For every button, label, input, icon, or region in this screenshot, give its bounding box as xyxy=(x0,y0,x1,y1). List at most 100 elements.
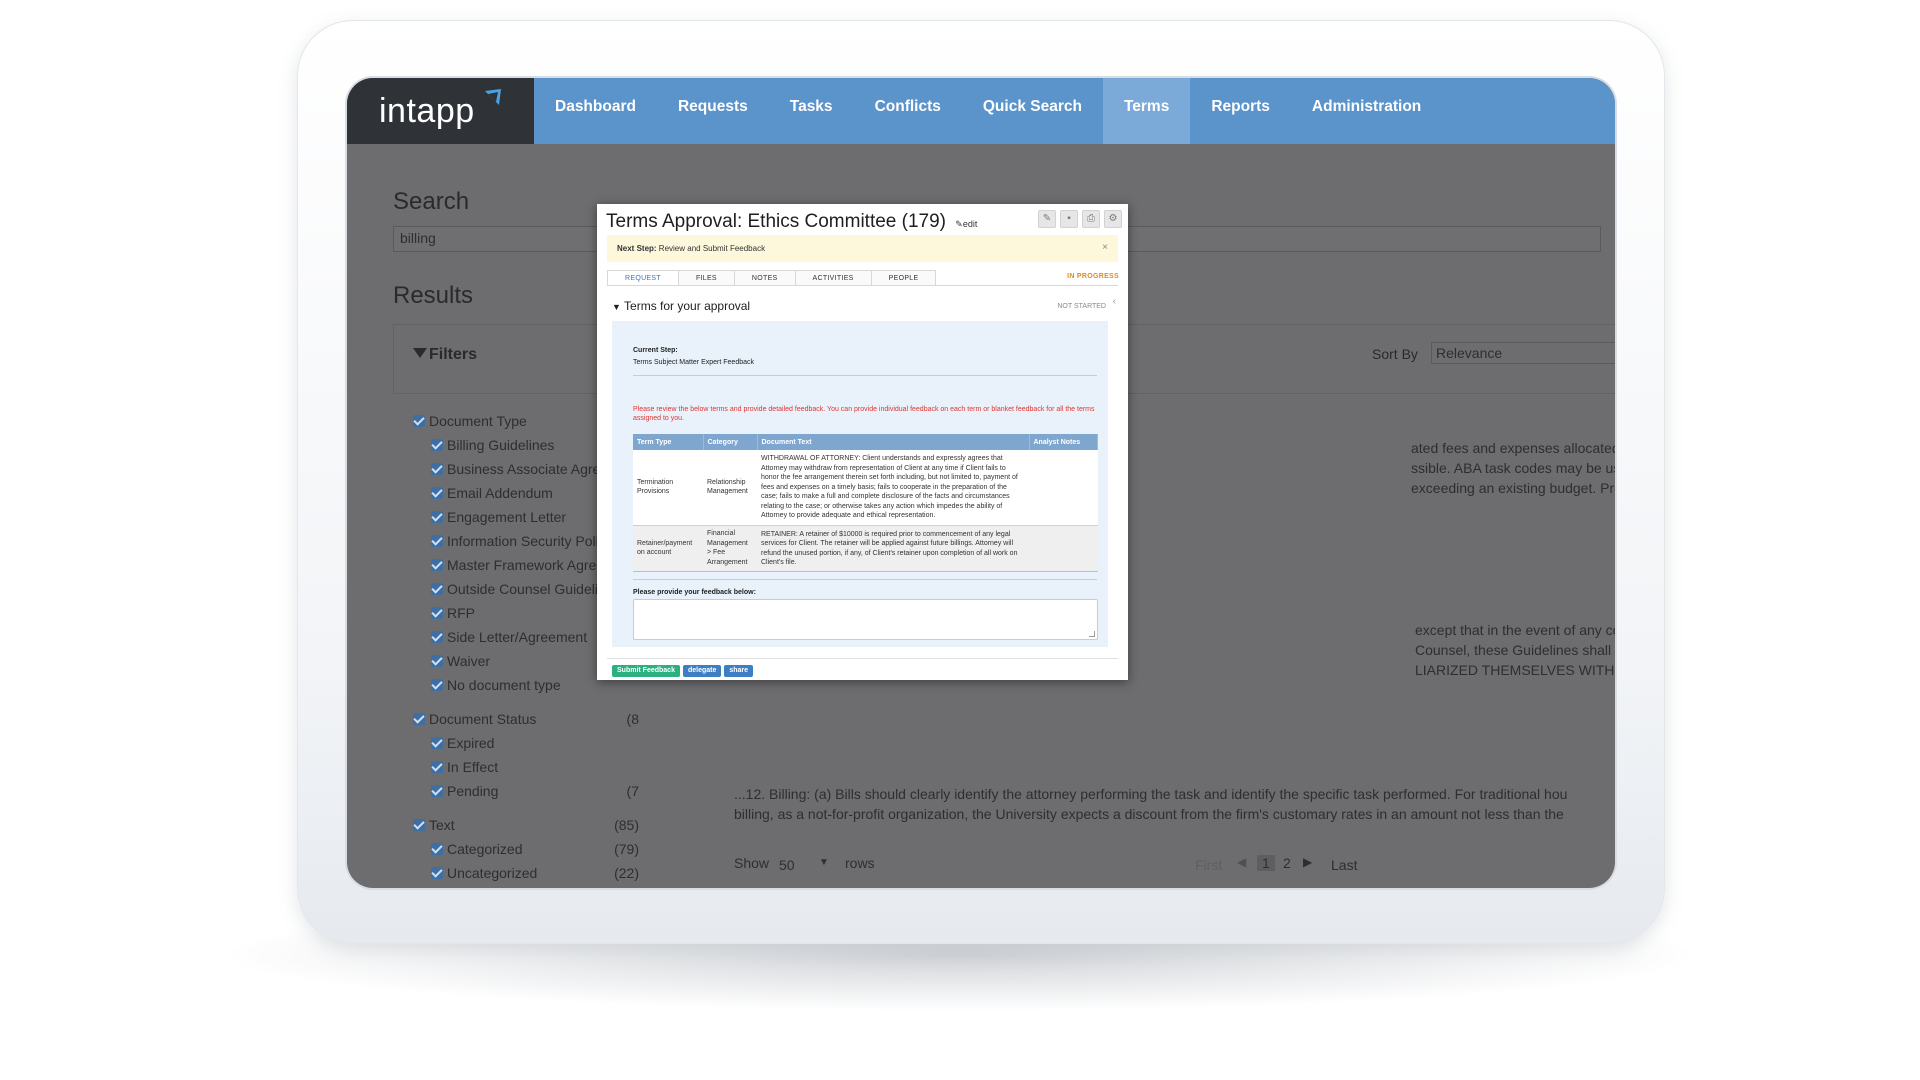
feedback-label: Please provide your feedback below: xyxy=(633,589,756,596)
app-logo[interactable]: intapp xyxy=(347,78,534,144)
footer-divider xyxy=(607,658,1118,659)
result-snippet: ...12. Billing: (a) Bills should clearly… xyxy=(734,786,1568,802)
column-header: Category xyxy=(703,434,758,450)
checkbox-checked-icon[interactable] xyxy=(431,867,443,879)
nav-conflicts[interactable]: Conflicts xyxy=(854,78,962,144)
page-number-current[interactable]: 1 xyxy=(1257,855,1275,871)
main-nav: Dashboard Requests Tasks Conflicts Quick… xyxy=(534,78,1442,144)
filter-document-status[interactable]: Document Status (8 xyxy=(413,708,639,732)
checkbox-checked-icon[interactable] xyxy=(431,631,443,643)
paging-first[interactable]: First xyxy=(1195,857,1222,873)
checkbox-checked-icon[interactable] xyxy=(431,439,443,451)
table-header-row: Term Type Category Document Text Analyst… xyxy=(633,434,1098,450)
close-icon[interactable]: × xyxy=(1102,242,1108,253)
filters-toggle[interactable]: Filters xyxy=(413,346,477,364)
chevron-down-icon: ▼ xyxy=(819,857,829,868)
next-step-banner: Next Step: Review and Submit Feedback × xyxy=(607,235,1118,262)
comment-icon[interactable]: ▪ xyxy=(1060,210,1078,228)
caret-down-icon: ▼ xyxy=(612,302,621,312)
checkbox-checked-icon[interactable] xyxy=(431,785,443,797)
filter-option[interactable]: Categorized (79) xyxy=(413,838,639,862)
search-title: Search xyxy=(393,188,470,215)
result-snippet: Counsel, these Guidelines shall control.… xyxy=(1415,642,1615,658)
app-screen: intapp Dashboard Requests Tasks Conflict… xyxy=(347,78,1615,888)
nav-quick-search[interactable]: Quick Search xyxy=(962,78,1103,144)
filter-option[interactable]: Expired xyxy=(413,732,635,756)
checkbox-checked-icon[interactable] xyxy=(431,535,443,547)
nav-terms[interactable]: Terms xyxy=(1102,78,1191,144)
sort-by-select[interactable]: Relevance xyxy=(1431,342,1615,364)
result-snippet: except that in the event of any conflict… xyxy=(1415,622,1615,638)
tab-request[interactable]: REQUEST xyxy=(607,270,679,286)
nav-administration[interactable]: Administration xyxy=(1291,78,1442,144)
checkbox-checked-icon[interactable] xyxy=(431,487,443,499)
page-next-icon[interactable]: ▶ xyxy=(1303,855,1312,869)
checkbox-checked-icon[interactable] xyxy=(431,463,443,475)
checkbox-checked-icon[interactable] xyxy=(431,843,443,855)
section-toggle[interactable]: ▼ Terms for your approval xyxy=(612,299,750,313)
checkbox-checked-icon[interactable] xyxy=(431,761,443,773)
term-type-cell: Retainer/payment on account xyxy=(633,524,703,572)
approval-panel: Current Step: Terms Subject Matter Exper… xyxy=(612,321,1108,647)
terms-table: Term Type Category Document Text Analyst… xyxy=(633,434,1098,572)
funnel-icon xyxy=(413,348,427,358)
share-button[interactable]: share xyxy=(724,665,754,677)
gear-icon[interactable]: ⚙ xyxy=(1104,210,1122,228)
submit-feedback-button[interactable]: Submit Feedback xyxy=(612,665,680,677)
checkbox-checked-icon[interactable] xyxy=(431,679,443,691)
modal-toolbar: ✎ ▪ ⎙ ⚙ xyxy=(1038,210,1122,228)
delegate-button[interactable]: delegate xyxy=(682,665,722,677)
filter-option[interactable]: In Effect xyxy=(413,756,635,780)
terms-approval-modal: Terms Approval: Ethics Committee (179) ✎… xyxy=(597,204,1128,680)
document-text-cell: WITHDRAWAL OF ATTORNEY: Client understan… xyxy=(757,450,1029,525)
tab-activities[interactable]: ACTIVITIES xyxy=(795,270,872,286)
print-icon[interactable]: ⎙ xyxy=(1082,210,1100,228)
modal-actions: Submit Feedback delegate share xyxy=(612,665,754,677)
nav-requests[interactable]: Requests xyxy=(657,78,769,144)
tab-files[interactable]: FILES xyxy=(678,270,735,286)
edit-link[interactable]: ✎edit xyxy=(955,219,977,229)
result-snippet: ated fees and expenses allocated to each… xyxy=(1411,440,1615,456)
checkbox-checked-icon[interactable] xyxy=(413,819,425,831)
column-header: Analyst Notes xyxy=(1029,434,1098,450)
modal-title: Terms Approval: Ethics Committee (179) ✎… xyxy=(606,211,978,232)
analyst-notes-cell xyxy=(1029,450,1098,525)
category-cell: Financial Management > Fee Arrangement xyxy=(703,524,757,572)
chevron-left-icon[interactable]: ‹ xyxy=(1113,296,1116,307)
nav-tasks[interactable]: Tasks xyxy=(769,78,854,144)
divider xyxy=(633,375,1097,376)
rows-per-page-select[interactable]: 50 xyxy=(779,857,795,873)
tab-notes[interactable]: NOTES xyxy=(734,270,796,286)
checkbox-checked-icon[interactable] xyxy=(431,737,443,749)
nav-dashboard[interactable]: Dashboard xyxy=(534,78,657,144)
divider xyxy=(633,579,1097,580)
checkbox-checked-icon[interactable] xyxy=(431,559,443,571)
nav-reports[interactable]: Reports xyxy=(1190,78,1291,144)
page-number[interactable]: 2 xyxy=(1283,855,1291,871)
tab-people[interactable]: PEOPLE xyxy=(871,270,937,286)
page-prev-icon[interactable]: ◀ xyxy=(1237,855,1246,869)
result-snippet: LIARIZED THEMSELVES WITH THESE GUIDELINE xyxy=(1415,662,1615,678)
results-title: Results xyxy=(393,282,474,309)
filters-label: Filters xyxy=(429,346,478,363)
checkbox-checked-icon[interactable] xyxy=(431,583,443,595)
analyst-notes-cell xyxy=(1029,524,1098,572)
filter-option[interactable]: Uncategorized (22) xyxy=(413,862,639,886)
resize-handle-icon[interactable] xyxy=(1089,631,1095,637)
paging-rows-label: rows xyxy=(845,855,875,871)
category-cell: Relationship Management xyxy=(703,450,757,525)
paging-last[interactable]: Last xyxy=(1331,857,1357,873)
column-header: Document Text xyxy=(757,434,1030,450)
current-step-value: Terms Subject Matter Expert Feedback xyxy=(633,359,754,366)
checkbox-checked-icon[interactable] xyxy=(431,607,443,619)
filter-text[interactable]: Text (85) xyxy=(413,814,639,838)
result-snippet: exceeding an existing budget. Prop... xyxy=(1411,480,1615,496)
pencil-icon[interactable]: ✎ xyxy=(1038,210,1056,228)
filter-option[interactable]: Pending (7 xyxy=(413,780,639,804)
checkbox-checked-icon[interactable] xyxy=(413,415,425,427)
checkbox-checked-icon[interactable] xyxy=(431,655,443,667)
checkbox-checked-icon[interactable] xyxy=(431,511,443,523)
term-type-cell: Termination Provisions xyxy=(633,450,703,525)
checkbox-checked-icon[interactable] xyxy=(413,713,425,725)
feedback-textarea[interactable] xyxy=(633,599,1098,640)
